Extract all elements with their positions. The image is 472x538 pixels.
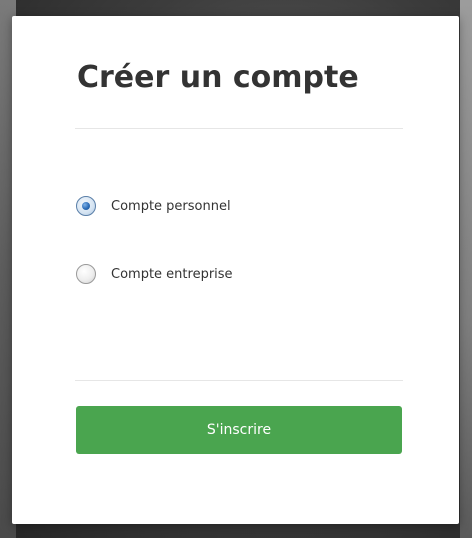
radio-personal-account[interactable] bbox=[76, 196, 96, 216]
create-account-modal: Créer un compte Compte personnel Compte … bbox=[12, 16, 459, 524]
signup-button[interactable]: S'inscrire bbox=[76, 406, 402, 454]
modal-title: Créer un compte bbox=[77, 60, 359, 95]
radio-business-account[interactable] bbox=[76, 264, 96, 284]
footer-divider bbox=[75, 380, 403, 381]
backdrop-right-edge bbox=[460, 0, 472, 538]
option-business-account[interactable]: Compte entreprise bbox=[76, 264, 233, 284]
option-personal-account[interactable]: Compte personnel bbox=[76, 196, 231, 216]
title-divider bbox=[75, 128, 403, 129]
option-label-personal: Compte personnel bbox=[111, 198, 231, 214]
option-label-business: Compte entreprise bbox=[111, 266, 233, 282]
